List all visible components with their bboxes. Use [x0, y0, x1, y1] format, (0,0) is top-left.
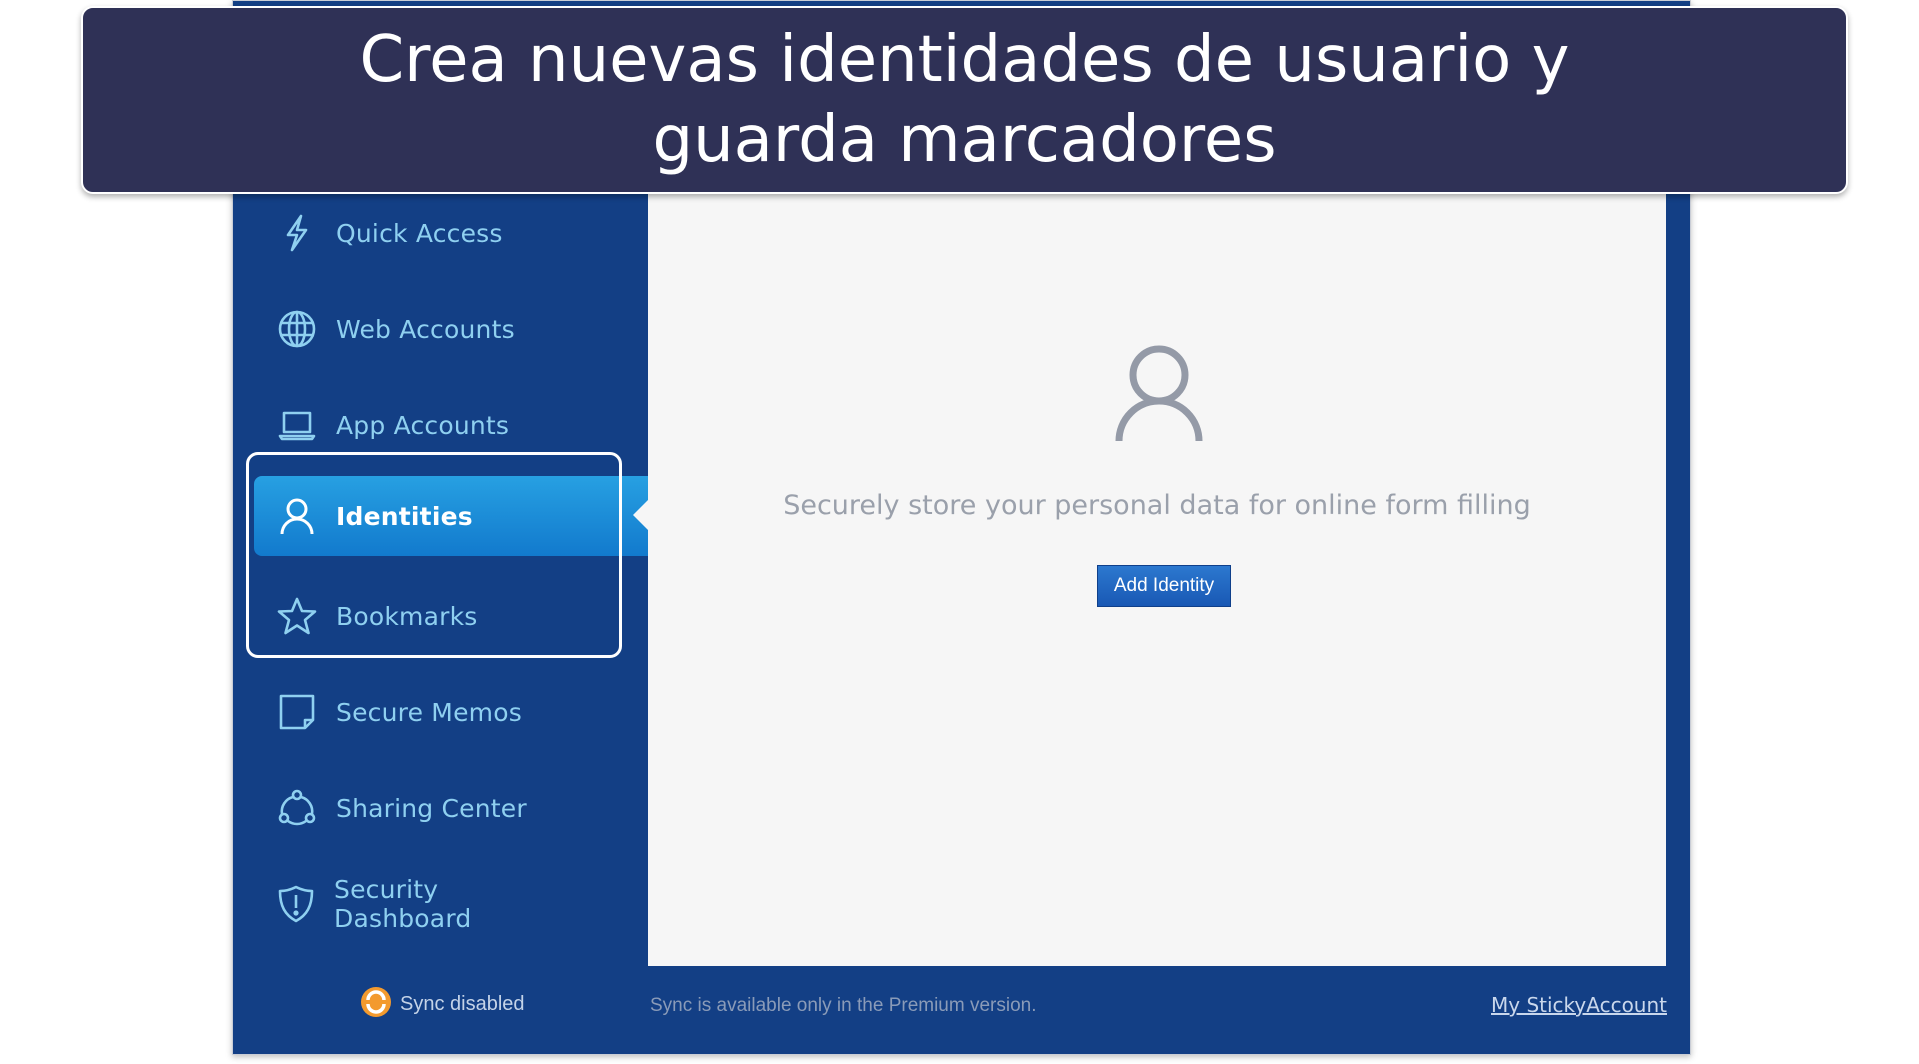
sidebar-item-quick-access[interactable]: Quick Access — [254, 193, 570, 273]
premium-message: Sync is available only in the Premium ve… — [650, 995, 1037, 1016]
sidebar-item-label: App Accounts — [336, 410, 510, 440]
my-stickyaccount-link[interactable]: My StickyAccount — [1491, 993, 1667, 1017]
globe-icon — [276, 308, 318, 350]
sidebar-item-label: Quick Access — [336, 218, 503, 248]
sync-status[interactable]: Sync disabled — [360, 986, 525, 1022]
add-identity-button[interactable]: Add Identity — [1097, 565, 1231, 607]
sidebar-item-bookmarks[interactable]: Bookmarks — [254, 576, 570, 656]
sidebar-item-sharing-center[interactable]: Sharing Center — [254, 768, 570, 848]
sidebar-item-label: Sharing Center — [336, 793, 527, 823]
sidebar-item-security-dashboard[interactable]: Security Dashboard — [254, 864, 570, 944]
star-icon — [276, 595, 318, 637]
lightning-icon — [276, 212, 318, 254]
share-icon — [276, 787, 318, 829]
caption-banner: Crea nuevas identidades de usuario y gua… — [81, 6, 1848, 194]
sidebar-item-identities[interactable]: Identities — [254, 476, 648, 556]
sync-status-label: Sync disabled — [400, 992, 525, 1015]
user-icon — [276, 495, 318, 537]
empty-state-text: Securely store your personal data for on… — [783, 490, 1531, 521]
sidebar-item-web-accounts[interactable]: Web Accounts — [254, 289, 570, 369]
user-icon — [1113, 345, 1205, 442]
laptop-icon — [276, 404, 318, 446]
banner-title: Crea nuevas identidades de usuario y gua… — [359, 23, 1570, 177]
sidebar-item-secure-memos[interactable]: Secure Memos — [254, 672, 570, 752]
active-indicator — [633, 500, 648, 530]
sidebar-item-app-accounts[interactable]: App Accounts — [254, 385, 570, 465]
shield-icon — [276, 883, 316, 925]
sync-icon — [360, 986, 392, 1022]
sidebar-item-label: Web Accounts — [336, 314, 515, 344]
sidebar-item-label: Security Dashboard — [334, 875, 472, 933]
sidebar-item-label: Bookmarks — [336, 601, 478, 631]
note-icon — [276, 691, 318, 733]
sidebar-item-label: Secure Memos — [336, 697, 522, 727]
sidebar-item-label: Identities — [336, 501, 473, 531]
